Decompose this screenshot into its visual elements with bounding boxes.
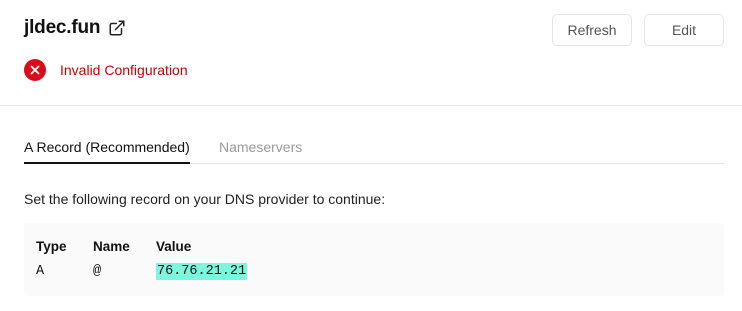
header-type: Type (36, 239, 67, 254)
cell-value[interactable]: 76.76.21.21 (156, 263, 248, 280)
dns-record-table: Type Name Value A @ 76.76.21.21 (24, 223, 724, 296)
domain-link[interactable]: jldec.fun (24, 17, 101, 39)
refresh-button[interactable]: Refresh (552, 14, 632, 46)
status-row: Invalid Configuration (24, 59, 188, 81)
value-highlight[interactable]: 76.76.21.21 (156, 263, 248, 280)
status-text: Invalid Configuration (60, 62, 188, 78)
edit-button[interactable]: Edit (644, 14, 724, 46)
header-name: Name (93, 239, 130, 254)
header-value: Value (156, 239, 192, 254)
record-tabs: A Record (Recommended) Nameservers (24, 131, 724, 164)
x-circle-icon (24, 59, 46, 81)
domain-title-row: jldec.fun (24, 17, 126, 39)
domain-config-card: jldec.fun Invalid Configuration Refresh … (0, 0, 742, 311)
cell-name: @ (93, 264, 102, 279)
tab-nameservers[interactable]: Nameservers (219, 131, 302, 164)
domain-header: jldec.fun Invalid Configuration Refresh … (0, 0, 742, 106)
instructions-text: Set the following record on your DNS pro… (24, 191, 386, 207)
tab-a-record[interactable]: A Record (Recommended) (24, 131, 190, 164)
external-link-icon[interactable] (108, 19, 126, 37)
cell-type: A (36, 264, 45, 279)
